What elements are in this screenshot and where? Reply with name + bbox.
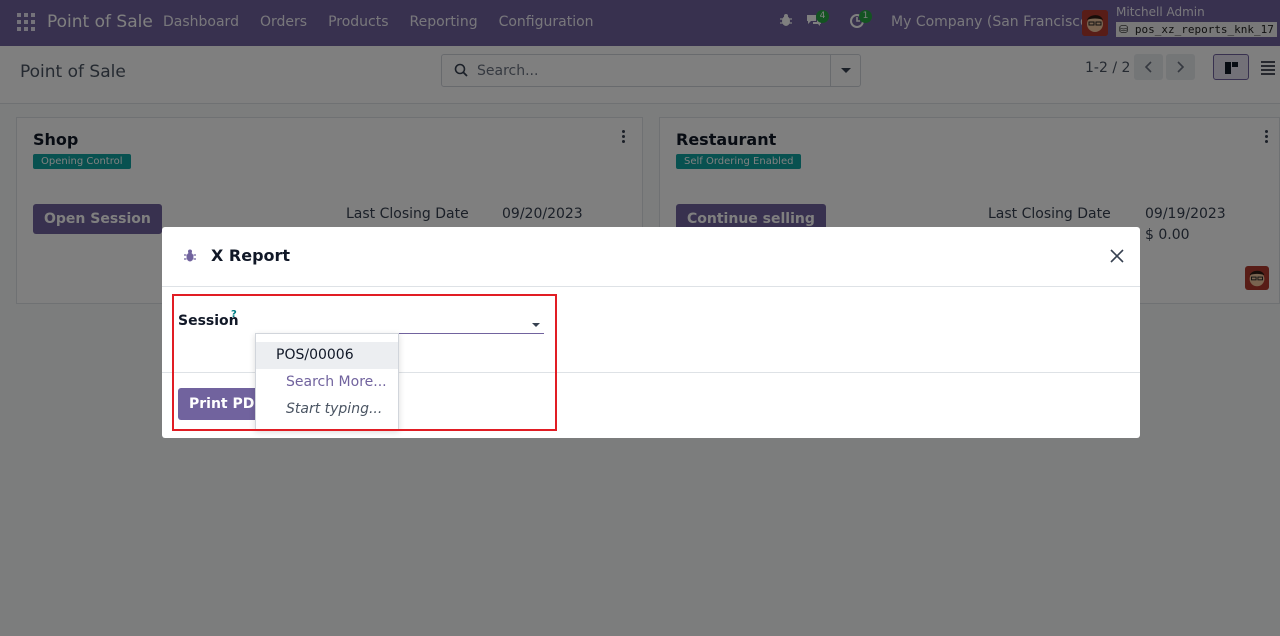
highlight-box [172, 294, 557, 431]
bug-icon [184, 249, 196, 262]
modal-header: X Report [162, 227, 1140, 287]
modal-title: X Report [211, 246, 291, 265]
close-icon[interactable] [1108, 247, 1126, 265]
